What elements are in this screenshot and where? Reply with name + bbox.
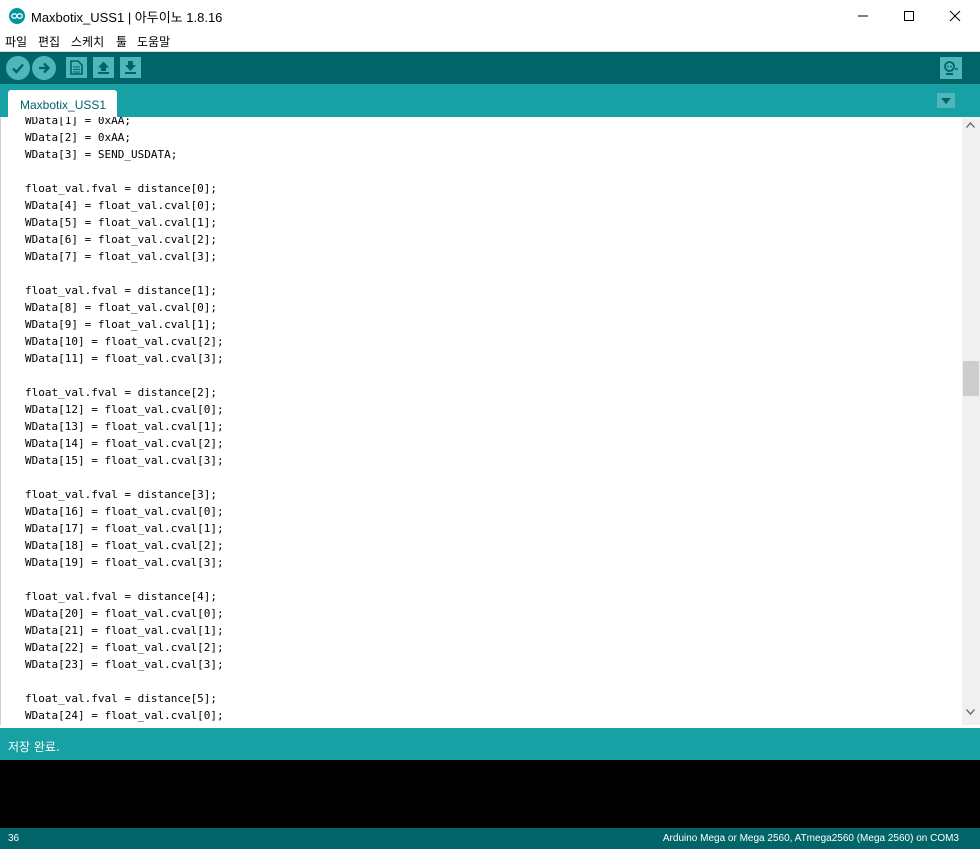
code-line[interactable]: WData[19] = float_val.cval[3]; (25, 556, 224, 573)
code-line[interactable]: WData[11] = float_val.cval[3]; (25, 352, 224, 369)
menu-tools[interactable]: 툴 (116, 33, 127, 50)
upload-icon (39, 62, 51, 74)
code-line[interactable]: WData[14] = float_val.cval[2]; (25, 437, 224, 454)
code-line[interactable]: float_val.fval = distance[2]; (25, 386, 217, 403)
chevron-down-icon (941, 97, 951, 104)
code-line[interactable]: float_val.fval = distance[4]; (25, 590, 217, 607)
code-line[interactable]: WData[3] = SEND_USDATA; (25, 148, 177, 165)
arduino-logo-icon (9, 8, 25, 24)
open-button[interactable] (93, 57, 114, 78)
code-line[interactable]: WData[16] = float_val.cval[0]; (25, 505, 224, 522)
verify-button[interactable] (6, 56, 30, 80)
window-title: Maxbotix_USS1 | 아두이노 1.8.16 (31, 10, 223, 25)
line-number: 36 (8, 833, 20, 844)
code-line[interactable]: WData[22] = float_val.cval[2]; (25, 641, 224, 658)
tab-label: Maxbotix_USS1 (20, 98, 107, 112)
serial-monitor-button[interactable] (940, 57, 962, 79)
verify-icon (12, 63, 24, 74)
code-line[interactable]: WData[18] = float_val.cval[2]; (25, 539, 224, 556)
code-line[interactable]: float_val.fval = distance[0]; (25, 182, 217, 199)
code-line[interactable]: WData[23] = float_val.cval[3]; (25, 658, 224, 675)
code-line[interactable]: float_val.fval = distance[5]; (25, 692, 217, 709)
menu-file[interactable]: 파일 (5, 33, 27, 50)
code-line[interactable]: WData[5] = float_val.cval[1]; (25, 216, 217, 233)
menu-help[interactable]: 도움말 (137, 33, 170, 50)
new-sketch-button[interactable] (66, 57, 87, 78)
maximize-icon (904, 10, 914, 21)
serial-monitor-icon (944, 61, 958, 75)
code-line[interactable]: float_val.fval = distance[3]; (25, 488, 217, 505)
code-line[interactable]: WData[21] = float_val.cval[1]; (25, 624, 224, 641)
code-line[interactable]: WData[9] = float_val.cval[1]; (25, 318, 217, 335)
code-line[interactable]: WData[7] = float_val.cval[3]; (25, 250, 217, 267)
code-line[interactable]: WData[10] = float_val.cval[2]; (25, 335, 224, 352)
status-message: 저장 완료. (8, 740, 60, 754)
code-line[interactable]: WData[13] = float_val.cval[1]; (25, 420, 224, 437)
close-button[interactable] (932, 0, 978, 31)
board-info: Arduino Mega or Mega 2560, ATmega2560 (M… (662, 833, 959, 844)
code-editor[interactable]: WData[1] = 0xAA; WData[2] = 0xAA; WData[3]… (0, 117, 963, 725)
maximize-button[interactable] (886, 0, 932, 31)
footer-bar: 36 Arduino Mega or Mega 2560, ATmega2560… (0, 828, 980, 849)
scroll-down-icon[interactable] (966, 709, 975, 715)
scrollbar-thumb[interactable] (963, 361, 979, 396)
upload-button[interactable] (32, 56, 56, 80)
scroll-up-icon[interactable] (966, 122, 975, 128)
status-bar: 저장 완료. (0, 728, 980, 760)
code-line[interactable]: WData[2] = 0xAA; (25, 131, 131, 148)
tab-menu-button[interactable] (937, 93, 955, 108)
code-line[interactable]: WData[1] = 0xAA; (25, 117, 131, 131)
menu-edit[interactable]: 편집 (38, 33, 60, 50)
code-line[interactable]: WData[4] = float_val.cval[0]; (25, 199, 217, 216)
save-button[interactable] (120, 57, 141, 78)
open-icon (98, 61, 109, 74)
close-icon (949, 10, 961, 21)
toolbar (0, 52, 980, 84)
code-line[interactable]: WData[15] = float_val.cval[3]; (25, 454, 224, 471)
tab-bar: Maxbotix_USS1 (0, 84, 980, 117)
minimize-icon (858, 15, 868, 16)
code-line[interactable]: WData[6] = float_val.cval[2]; (25, 233, 217, 250)
code-line[interactable]: float_val.fval = distance[1]; (25, 284, 217, 301)
new-icon (70, 60, 83, 75)
code-line[interactable]: WData[8] = float_val.cval[0]; (25, 301, 217, 318)
editor-scrollbar[interactable] (962, 117, 980, 725)
menu-sketch[interactable]: 스케치 (71, 33, 104, 50)
code-line[interactable]: WData[17] = float_val.cval[1]; (25, 522, 224, 539)
menu-bar: 파일 편집 스케치 툴 도움말 (0, 31, 980, 52)
console-output[interactable] (0, 760, 980, 828)
code-line[interactable]: WData[20] = float_val.cval[0]; (25, 607, 224, 624)
minimize-button[interactable] (840, 0, 886, 31)
save-icon (125, 61, 136, 74)
code-line[interactable]: WData[24] = float_val.cval[0]; (25, 709, 224, 725)
code-line[interactable]: WData[12] = float_val.cval[0]; (25, 403, 224, 420)
tab-maxbotix-uss1[interactable]: Maxbotix_USS1 (8, 90, 117, 117)
title-bar: Maxbotix_USS1 | 아두이노 1.8.16 (0, 0, 980, 31)
